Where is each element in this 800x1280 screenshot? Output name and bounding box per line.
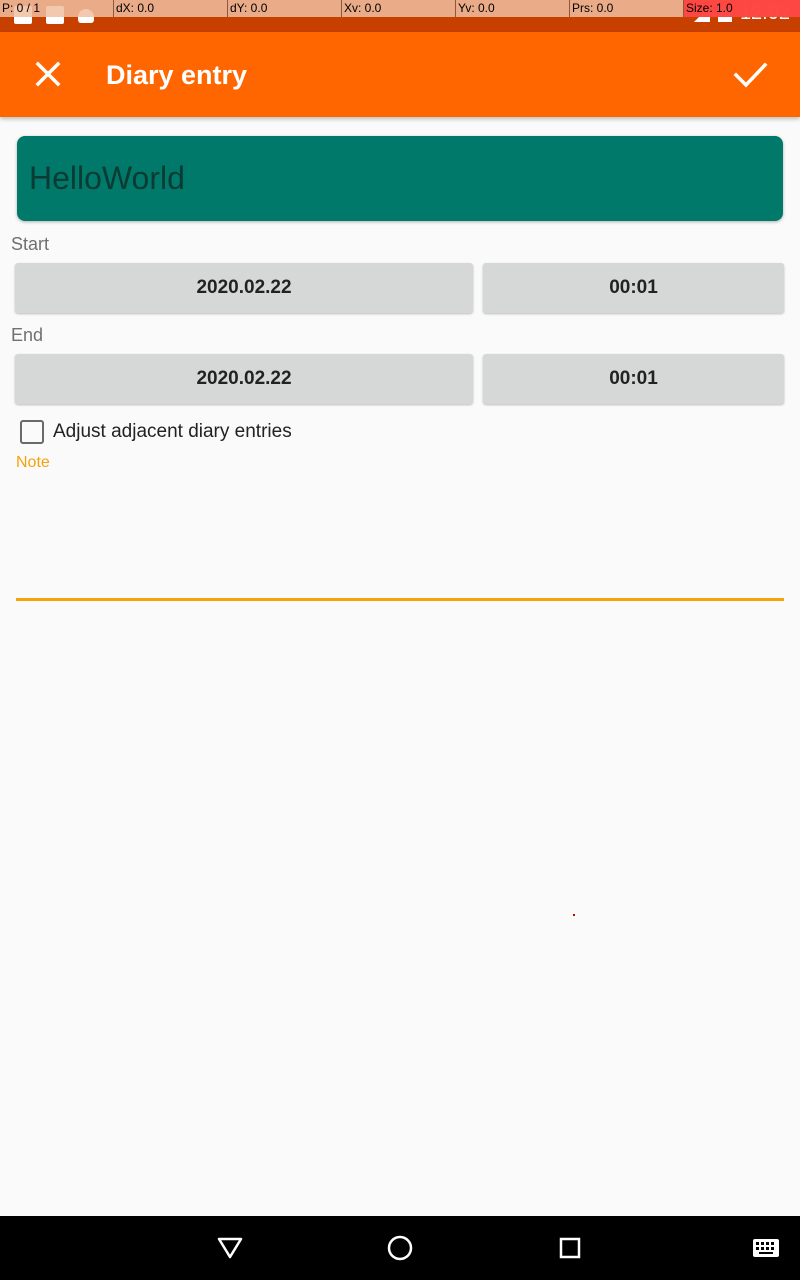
page-title: Diary entry [106,60,248,90]
overlay-pressure: Prs: 0.0 [570,0,684,17]
recents-icon[interactable] [558,1236,582,1260]
close-icon [35,61,61,87]
end-date-button[interactable]: 2020.02.22 [15,354,473,404]
overlay-pointer-count: P: 0 / 1 [0,0,114,17]
start-label: Start [11,234,50,254]
adjust-adjacent-label: Adjust adjacent diary entries [53,421,292,442]
pointer-location-overlay: P: 0 / 1 dX: 0.0 dY: 0.0 Xv: 0.0 Yv: 0.0… [0,0,800,17]
adjust-adjacent-checkbox[interactable] [20,420,44,444]
check-icon [733,62,768,88]
touch-trace-dot [573,914,575,916]
note-input[interactable] [16,478,784,598]
start-date-button[interactable]: 2020.02.22 [15,263,473,313]
start-time-button[interactable]: 00:01 [483,263,784,313]
back-icon[interactable] [216,1236,244,1260]
overlay-dx: dX: 0.0 [114,0,228,17]
end-time-button[interactable]: 00:01 [483,354,784,404]
end-label: End [11,325,44,345]
close-button[interactable] [24,50,72,98]
note-label: Note [16,454,50,471]
app-bar: Diary entry [0,32,800,117]
overlay-xv: Xv: 0.0 [342,0,456,17]
activity-selector[interactable]: HelloWorld [17,136,783,221]
overlay-size: Size: 1.0 [684,0,800,17]
adjust-adjacent-row[interactable]: Adjust adjacent diary entries [20,420,292,444]
overlay-yv: Yv: 0.0 [456,0,570,17]
overlay-dy: dY: 0.0 [228,0,342,17]
keyboard-icon[interactable] [752,1238,780,1258]
home-icon[interactable] [386,1234,414,1262]
activity-name: HelloWorld [29,160,185,196]
note-underline [16,598,784,601]
navigation-bar [0,1216,800,1280]
save-button[interactable] [726,50,774,98]
